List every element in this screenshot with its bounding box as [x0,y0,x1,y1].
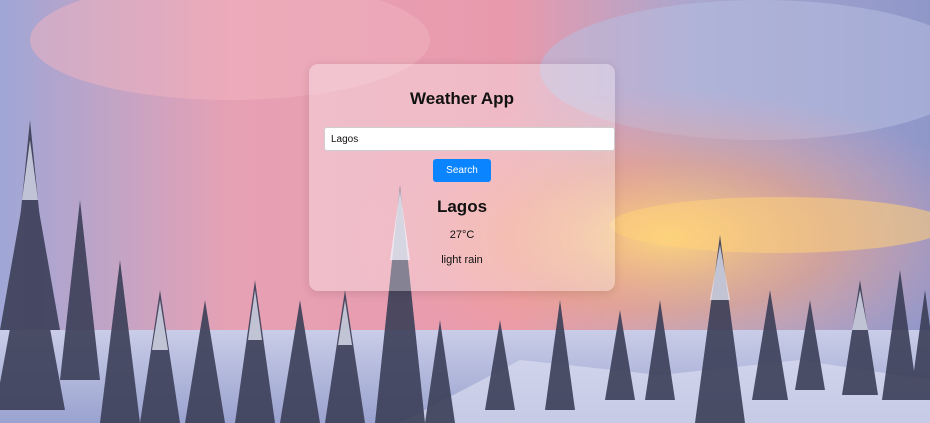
app-title: Weather App [410,89,514,108]
city-name: Lagos [436,197,488,216]
search-button[interactable]: Search [433,159,491,182]
weather-description: light rain [441,254,483,266]
temperature: 27°C [449,229,475,241]
weather-card: Weather App Search Lagos 27°C light rain [309,64,615,291]
city-search-input[interactable] [324,127,615,151]
